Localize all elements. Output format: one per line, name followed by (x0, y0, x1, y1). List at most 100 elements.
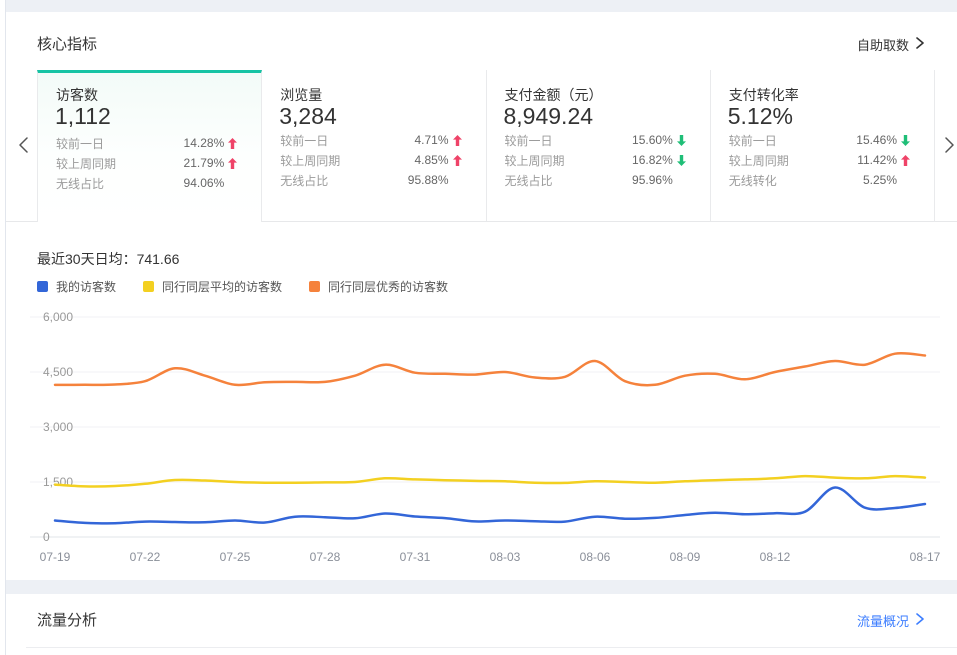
metric-card-label: 浏览量 (280, 85, 322, 105)
metric-card-payment-amount[interactable]: 支付金额（元）8,949.24较前一日15.60% 较上周同期 16.82% 无线占比… (486, 70, 710, 221)
y-axis-label: 6,000 (43, 310, 73, 324)
series-line-peer-excellent (55, 353, 925, 385)
x-axis-label: 08-06 (580, 550, 611, 564)
page-left-border (0, 0, 6, 655)
x-axis-label: 08-09 (670, 550, 701, 564)
metric-card-label: 访客数 (56, 85, 98, 105)
metric-row-label: 较前一日 (280, 132, 328, 149)
legend-item-mine[interactable]: 我的访客数 (37, 278, 116, 295)
carousel-prev-button[interactable] (16, 136, 30, 154)
trend-up-icon (224, 138, 237, 149)
trend-none-spacer (897, 175, 910, 186)
metric-row-value: 95.88% (408, 173, 449, 187)
legend-item-peer-average[interactable]: 同行同层平均的访客数 (143, 278, 282, 295)
trend-down-icon (897, 135, 910, 146)
metric-card-value: 5.12% (728, 103, 793, 130)
metric-card-visitors[interactable]: 访客数1,112 较前一日14.28%较上周同期21.79% 无线占比 94.06% (37, 70, 262, 222)
legend-swatch (309, 281, 320, 292)
trend-up-icon (224, 158, 237, 169)
metric-row-label: 无线占比 (505, 172, 553, 189)
trend-up-icon (449, 155, 462, 166)
metric-card-label: 支付金额（元） (505, 85, 603, 105)
core-metrics-panel: 核心指标 自助取数 访客数1,112较前一日14.28%较上周同期21.79%无… (6, 12, 957, 580)
metric-row-label: 较上周同期 (505, 152, 565, 169)
metric-row-value: 16.82% (632, 153, 673, 167)
metric-row-value: 5.25% (863, 173, 897, 187)
metric-row: 无线占比 95.88% (280, 170, 461, 190)
metric-card-value: 1,112 (55, 103, 111, 130)
trend-up-icon (897, 155, 910, 166)
metric-row: 较上周同期 11.42% (729, 150, 910, 170)
metric-row: 较上周同期21.79% (56, 153, 237, 173)
trend-up-icon (449, 135, 462, 146)
x-axis-label: 07-31 (400, 550, 431, 564)
traffic-overview-label: 流量概况 (857, 611, 909, 630)
metric-card-label: 支付转化率 (729, 85, 799, 105)
y-axis-label: 0 (43, 530, 50, 544)
metric-row-label: 无线转化 (729, 172, 777, 189)
metric-row-value: 4.71% (414, 133, 448, 147)
chart-average-title: 最近30天日均：741.66 (37, 249, 179, 269)
metric-row: 较上周同期 16.82% (505, 150, 686, 170)
x-axis-label: 07-25 (220, 550, 251, 564)
metric-row-value: 4.85% (414, 153, 448, 167)
metric-card-rows: 较前一日14.28%较上周同期21.79% 无线占比 94.06% (56, 133, 237, 193)
metric-row-value: 14.28% (184, 136, 225, 150)
self-service-data-link[interactable]: 自助取数 (857, 35, 924, 54)
trend-none-spacer (449, 175, 462, 186)
legend-label: 同行同层平均的访客数 (162, 278, 282, 295)
chart-legend: 我的访客数 同行同层平均的访客数 同行同层优秀的访客数 (37, 278, 448, 295)
traffic-analysis-title: 流量分析 (37, 609, 97, 630)
metric-row: 无线转化 5.25% (729, 170, 910, 190)
x-axis-label: 08-03 (490, 550, 521, 564)
trend-down-icon (673, 135, 686, 146)
x-axis-label: 07-22 (130, 550, 161, 564)
carousel-next-button[interactable] (942, 136, 956, 154)
traffic-panel-divider (26, 647, 957, 648)
core-metrics-title: 核心指标 (37, 33, 97, 54)
metric-row-value: 15.46% (856, 133, 897, 147)
chevron-right-icon (916, 613, 924, 628)
x-axis-label: 08-17 (910, 550, 941, 564)
metric-row: 无线占比 94.06% (56, 173, 237, 193)
y-axis-label: 1,500 (43, 475, 73, 489)
metric-row-label: 较上周同期 (280, 152, 340, 169)
metric-row: 较前一日14.28% (56, 133, 237, 153)
legend-swatch (143, 281, 154, 292)
metric-card-rows: 较前一日 15.46% 较上周同期 11.42% 无线转化 5.25% (729, 130, 910, 190)
metric-row: 较前一日 15.46% (729, 130, 910, 150)
series-line-peer-average (55, 476, 925, 486)
metric-row-label: 无线占比 (280, 172, 328, 189)
metric-row: 较前一日15.60% (505, 130, 686, 150)
metric-card-value: 8,949.24 (504, 103, 594, 130)
metric-row-value: 15.60% (632, 133, 673, 147)
y-axis-label: 3,000 (43, 420, 73, 434)
trend-none-spacer (673, 175, 686, 186)
traffic-overview-link[interactable]: 流量概况 (857, 611, 924, 630)
metric-cards-strip: 访客数1,112较前一日14.28%较上周同期21.79%无线占比94.06%浏… (37, 70, 935, 222)
metric-row: 较前一日 4.71% (280, 130, 461, 150)
chevron-right-icon (916, 37, 924, 52)
metric-row-label: 无线占比 (56, 175, 104, 192)
traffic-analysis-panel: 流量分析 流量概况 (6, 594, 957, 655)
metric-row-label: 较前一日 (729, 132, 777, 149)
metric-row-label: 较上周同期 (56, 155, 116, 172)
metric-card-payment-conversion[interactable]: 支付转化率5.12% 较前一日 15.46% 较上周同期 11.42% 无线转化 5.25% (710, 70, 934, 221)
legend-item-peer-excellent[interactable]: 同行同层优秀的访客数 (309, 278, 448, 295)
legend-label: 我的访客数 (56, 278, 116, 295)
metric-row-label: 较上周同期 (729, 152, 789, 169)
metric-card-rows: 较前一日15.60% 较上周同期 16.82% 无线占比95.96% (505, 130, 686, 190)
trend-none-spacer (224, 178, 237, 189)
metric-card-pageviews[interactable]: 浏览量3,284较前一日4.71%较上周同期4.85%无线占比95.88% (262, 70, 485, 221)
metric-row: 无线占比95.96% (505, 170, 686, 190)
legend-swatch (37, 281, 48, 292)
metric-row-value: 11.42% (857, 153, 897, 167)
legend-label: 同行同层优秀的访客数 (328, 278, 448, 295)
x-axis-label: 07-28 (310, 550, 341, 564)
metric-row-value: 94.06% (184, 176, 225, 190)
x-axis-label: 07-19 (40, 550, 71, 564)
x-axis-label: 08-12 (760, 550, 791, 564)
metric-card-rows: 较前一日 4.71% 较上周同期 4.85% 无线占比 95.88% (280, 130, 461, 190)
trend-down-icon (673, 155, 686, 166)
metric-row: 较上周同期 4.85% (280, 150, 461, 170)
